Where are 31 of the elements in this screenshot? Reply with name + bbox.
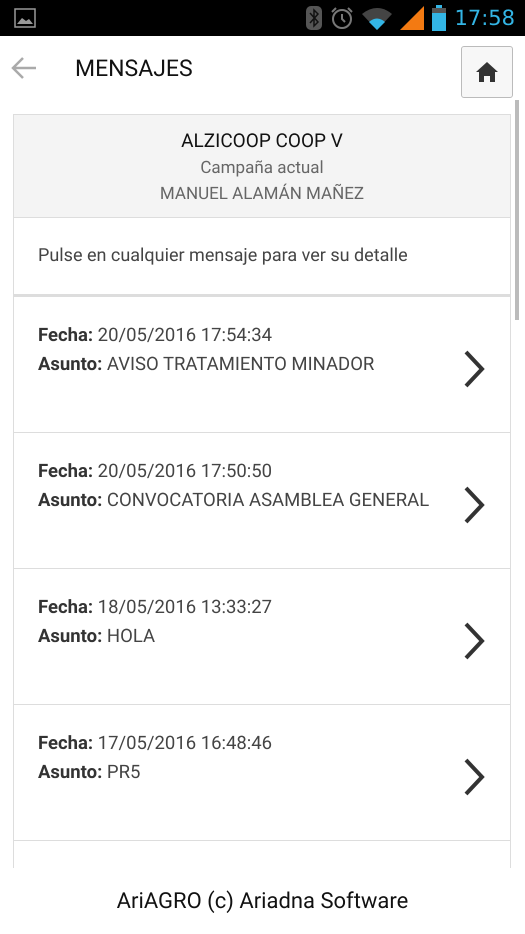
message-date: Fecha: 18/05/2016 13:33:27 [38,595,274,620]
alarm-icon [330,6,354,30]
gallery-icon [14,8,36,28]
chevron-right-icon [462,485,486,525]
message-date: Fecha: 17/05/2016 16:48:46 [38,731,274,756]
company-name: ALZICOOP COOP V [181,129,343,152]
message-subject: Asunto: AVISO TRATAMIENTO MINADOR [38,352,376,377]
hint-text: Pulse en cualquier mensaje para ver su detalle [14,218,510,297]
battery-icon [432,5,446,31]
home-button[interactable] [461,46,513,98]
message-row[interactable]: Fecha: 18/05/2016 13:33:27 Asunto: HOLA [14,569,510,705]
message-row[interactable]: Fecha: 20/05/2016 17:54:34 Asunto: AVISO TRATAMIENTO MINADOR [14,297,510,433]
wifi-icon [362,6,392,30]
campaign-label: Campaña actual [200,158,324,178]
message-row[interactable]: Fecha: 20/05/2016 17:50:50 Asunto: CONVOCATORIA ASAMBLEA GENERAL [14,433,510,569]
message-date: Fecha: 20/05/2016 17:54:34 [38,323,274,348]
message-date: Fecha: 20/05/2016 17:50:50 [38,459,274,484]
message-subject: Asunto: PR5 [38,760,142,785]
message-subject: Asunto: CONVOCATORIA ASAMBLEA GENERAL [38,488,430,513]
message-row[interactable]: Fecha: 17/05/2016 16:48:46 Asunto: PR5 [14,705,510,841]
bluetooth-icon [306,6,322,30]
member-name: MANUEL ALAMÁN MAÑEZ [160,184,364,204]
screen-title: MENSAJES [75,54,193,82]
message-subject: Asunto: HOLA [38,624,156,649]
footer-text: AriAGRO (c) Ariadna Software [116,888,408,914]
signal-icon [400,6,424,30]
chevron-right-icon [462,757,486,797]
clock-time: 17:58 [454,6,515,30]
home-icon [476,62,498,82]
chevron-right-icon [462,621,486,661]
chevron-right-icon [462,349,486,389]
